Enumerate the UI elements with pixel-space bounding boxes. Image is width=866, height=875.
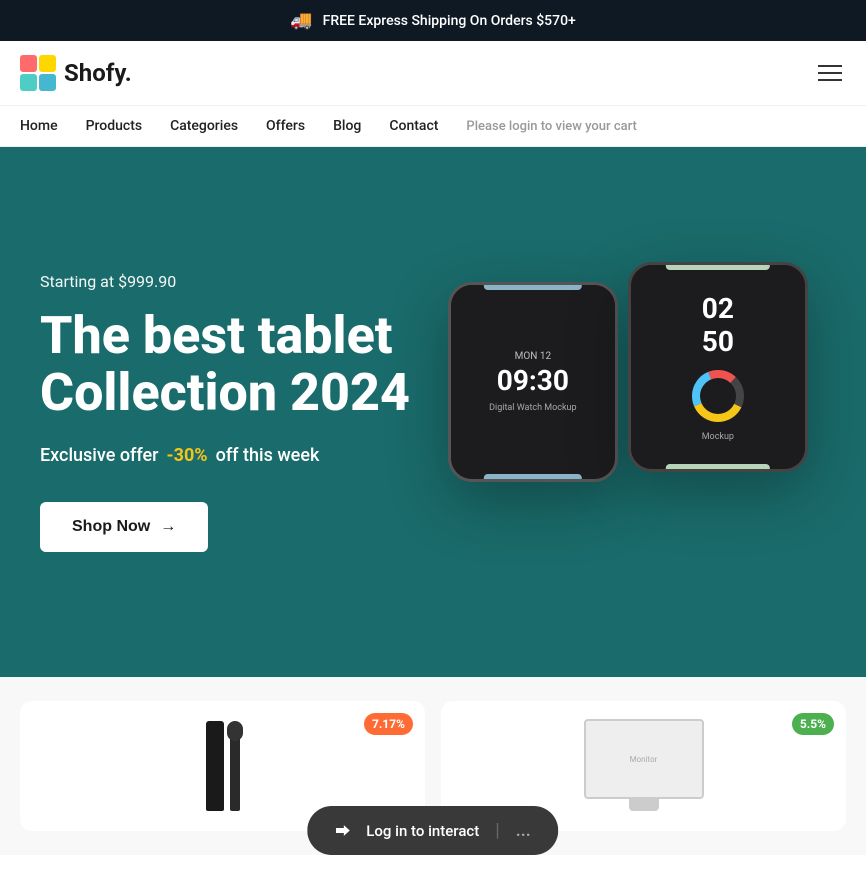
watch-left-screen: MON 12 09:30 Digital Watch Mockup [451,285,615,479]
watch-left: MON 12 09:30 Digital Watch Mockup [448,282,618,482]
nav-cart[interactable]: Please login to view your cart [466,119,636,134]
watch-left-band-bottom [484,474,582,482]
logo-icon [20,55,56,91]
watch-right-screen: 02 50 Mockup [631,265,805,469]
header: Shofy. [0,41,866,106]
watches-container: MON 12 09:30 Digital Watch Mockup 02 50 [428,202,828,622]
badge-2: 5.5% [792,713,834,735]
badge-1: 7.17% [364,713,413,735]
nav-home[interactable]: Home [20,118,58,134]
shop-now-button[interactable]: Shop Now → [40,502,208,552]
arrow-icon: → [160,518,176,536]
login-more-icon[interactable]: ... [516,820,531,841]
logo[interactable]: Shofy. [20,55,132,91]
nav-contact[interactable]: Contact [389,118,438,134]
monitor-stand [629,799,659,811]
monitor-screen: Monitor [584,719,704,799]
hero-title-line1: The best tablet [40,305,393,366]
watch-right-time1: 02 [702,292,734,325]
hero-content: Starting at $999.90 The best tablet Coll… [40,272,410,552]
mascara-brush [227,721,243,741]
watch-left-label: Digital Watch Mockup [489,403,576,413]
mascara-visual [206,711,240,811]
truck-icon: 🚚 [290,10,312,31]
watch-left-date: MON 12 [515,351,551,362]
nav-products[interactable]: Products [86,118,143,134]
hero-image: MON 12 09:30 Digital Watch Mockup 02 50 [390,147,866,677]
logo-text: Shofy. [64,59,132,87]
login-arrow-icon: ⮕ [335,820,350,841]
hero-offer: Exclusive offer -30% off this week [40,445,410,466]
watch-left-band-top [484,282,582,290]
offer-suffix: off this week [216,445,320,466]
offer-discount: -30% [167,445,208,466]
login-overlay[interactable]: ⮕ Log in to interact | ... [307,806,558,855]
top-banner: 🚚 FREE Express Shipping On Orders $570+ [0,0,866,41]
mascara-wand [230,731,240,811]
watch-right: 02 50 Mockup [628,262,808,472]
nav-blog[interactable]: Blog [333,118,361,134]
banner-text: FREE Express Shipping On Orders $570+ [323,13,576,29]
nav-offers[interactable]: Offers [266,118,305,134]
hero-section: Starting at $999.90 The best tablet Coll… [0,147,866,677]
login-divider: | [495,820,499,841]
watch-right-band-bottom [666,464,770,472]
watch-right-time2: 50 [702,325,734,358]
hamburger-menu[interactable] [814,61,846,85]
shop-now-label: Shop Now [72,518,150,536]
offer-prefix: Exclusive offer [40,445,159,466]
nav-categories[interactable]: Categories [170,118,238,134]
watch-right-band-top [666,262,770,270]
main-nav: Home Products Categories Offers Blog Con… [0,106,866,147]
watch-chart [688,366,748,426]
monitor-visual: Monitor [584,719,704,811]
watch-left-time: 09:30 [497,364,569,397]
mascara-bottle [206,721,224,811]
watch-right-label: Mockup [702,432,734,442]
hero-title-line2: Collection 2024 [40,362,410,423]
hero-subtitle: Starting at $999.90 [40,272,410,291]
login-text: Log in to interact [366,822,479,840]
hero-title: The best tablet Collection 2024 [40,307,410,421]
